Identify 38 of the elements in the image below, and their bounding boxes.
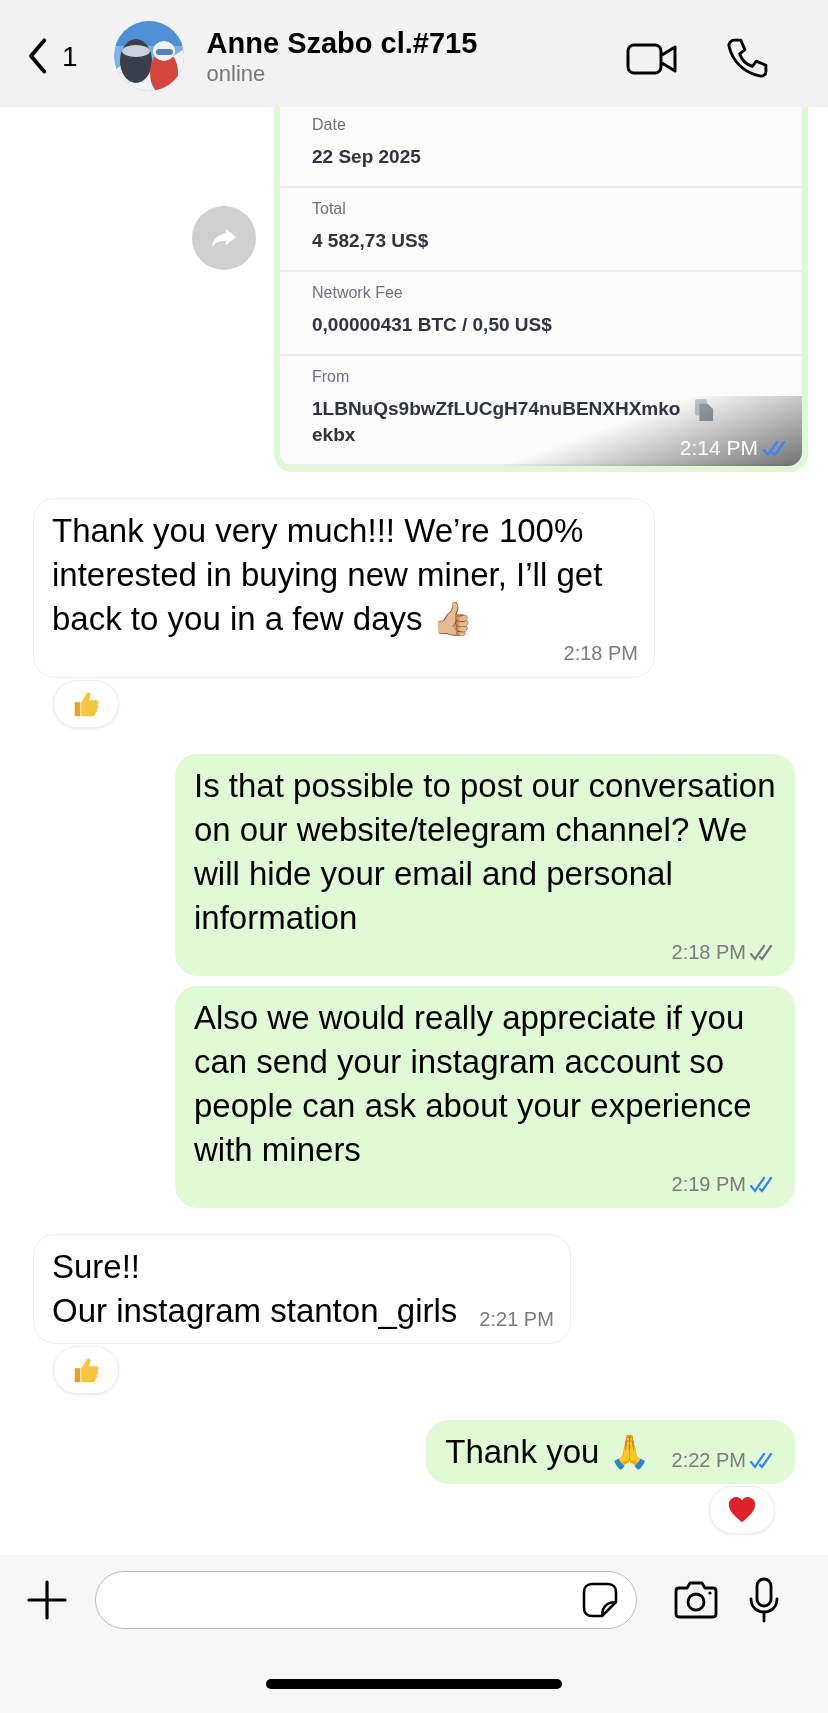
message-time: 2:18 PM (563, 641, 638, 665)
message-time: 2:22 PM (671, 1448, 746, 1472)
receipt-label: Network Fee (312, 283, 404, 303)
message-text: Sure!! Our instagram stanton_girls (52, 1247, 458, 1331)
microphone-icon[interactable] (749, 1577, 779, 1623)
reaction-badge[interactable] (709, 1486, 775, 1534)
unread-count: 1 (62, 40, 78, 73)
heart-icon (727, 1495, 757, 1525)
image-message[interactable]: Date 22 Sep 2025 Total 4 582,73 US$ Network Fee 0,00000431 BTC / 0,50 US$ From 1LBNuQs9bwZfLUCgH74nuBENXHXmkoekbx 2:14 PM (274, 107, 808, 472)
camera-icon[interactable] (673, 1581, 719, 1619)
receipt-value: 0,00000431 BTC / 0,50 US$ (312, 313, 552, 337)
message-bubble[interactable]: Thank you very much!!! We’re 100% interested in buying new miner, I’ll get back to you in a few days 👍🏼 2:18 PM (33, 498, 655, 678)
back-icon[interactable] (26, 37, 48, 74)
receipt-value: 4 582,73 US$ (312, 229, 429, 253)
receipt-value: 1LBNuQs9bwZfLUCgH74nuBENXHXmkoekbx (312, 397, 681, 445)
contact-name: Anne Szabo cl.#715 (206, 25, 479, 60)
message-bubble[interactable]: Sure!! Our instagram stanton_girls 2:21 PM (33, 1234, 571, 1344)
receipt-value: 22 Sep 2025 (312, 145, 421, 169)
message-text: Thank you very much!!! We’re 100% interested in buying new miner, I’ll get back to you in a few days 👍🏼 (52, 511, 604, 639)
forward-icon (210, 227, 238, 249)
plus-icon[interactable] (27, 1580, 67, 1620)
phone-icon[interactable] (726, 36, 768, 79)
message-time: 2:19 PM (671, 1172, 746, 1196)
message-text: Is that possible to post our conversation on our website/telegram channel? We will hide your email and personal information (194, 766, 777, 938)
message-bubble[interactable]: Is that possible to post our conversation on our website/telegram channel? We will hide your email and personal information 2:18 PM (175, 754, 795, 976)
message-time: 2:21 PM (479, 1307, 554, 1331)
receipt-label: From (312, 367, 351, 387)
contact-status: online (206, 59, 267, 88)
sticker-icon[interactable] (582, 1582, 618, 1618)
copy-icon[interactable] (694, 398, 714, 422)
receipt-label: Date (312, 115, 347, 135)
message-time: 2:14 PM (679, 436, 758, 460)
message-bubble[interactable]: Also we would really appreciate if you can send your instagram account so people can ask about your experience with miners 2:19 PM (175, 986, 795, 1208)
receipt-label: Total (312, 199, 347, 219)
message-bubble[interactable]: Thank you 🙏 2:22 PM (426, 1420, 795, 1484)
message-text: Thank you 🙏 (445, 1432, 650, 1472)
message-text: Also we would really appreciate if you can send your instagram account so people can ask about your experience with miners (194, 998, 753, 1170)
message-time: 2:18 PM (671, 940, 746, 964)
